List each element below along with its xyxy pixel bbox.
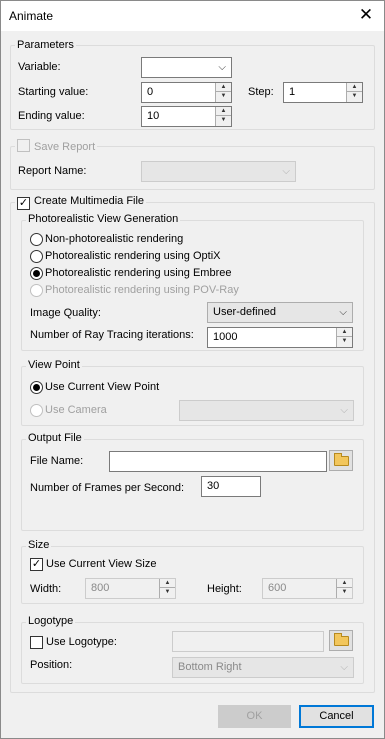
spin-buttons[interactable]: ▲ ▼ — [215, 83, 231, 102]
ok-button[interactable]: OK — [218, 705, 291, 728]
spin-down-icon[interactable]: ▼ — [347, 92, 362, 101]
spin-buttons[interactable]: ▲ ▼ — [346, 83, 362, 102]
folder-icon — [334, 453, 349, 466]
spin-buttons[interactable]: ▲ ▼ — [336, 328, 352, 347]
spin-up-icon[interactable]: ▲ — [337, 328, 352, 337]
cancel-button[interactable]: Cancel — [299, 705, 374, 728]
optix-label: Photorealistic rendering using OptiX — [45, 250, 221, 262]
browse-file-button[interactable] — [329, 450, 353, 471]
save-report-label: Save Report — [34, 141, 96, 153]
chevron-down-icon: ⌵ — [340, 405, 348, 416]
dialog-title: Animate — [9, 9, 54, 23]
size-legend: Size — [26, 539, 52, 551]
browse-logotype-button[interactable] — [329, 630, 353, 651]
use-camera-label: Use Camera — [45, 404, 107, 416]
use-camera-radio[interactable] — [30, 404, 43, 417]
chevron-down-icon: ⌵ — [340, 662, 348, 673]
image-quality-label: Image Quality: — [30, 307, 101, 319]
chevron-down-icon: ⌵ — [218, 62, 226, 73]
povray-radio[interactable] — [30, 284, 43, 297]
spin-up-icon[interactable]: ▲ — [216, 107, 231, 116]
width-stepper[interactable]: 800 ▲ ▼ — [85, 578, 176, 599]
file-name-label: File Name: — [30, 455, 84, 467]
use-logotype-label: Use Logotype: — [46, 636, 117, 648]
width-label: Width: — [30, 583, 62, 595]
ending-value-stepper[interactable]: 10 ▲ ▼ — [141, 106, 232, 127]
folder-icon — [334, 633, 349, 646]
variable-select[interactable]: ⌵ — [141, 57, 232, 78]
create-multimedia-label: Create Multimedia File — [34, 195, 145, 207]
chevron-down-icon: ⌵ — [282, 166, 290, 177]
starting-value-label: Starting value: — [18, 86, 89, 98]
spin-up-icon[interactable]: ▲ — [347, 83, 362, 92]
use-logotype-checkbox[interactable] — [30, 636, 43, 649]
spin-down-icon[interactable]: ▼ — [216, 116, 231, 125]
output-legend: Output File — [26, 432, 84, 444]
save-report-legend: Save Report — [15, 139, 98, 153]
fps-label: Number of Frames per Second: — [30, 482, 185, 494]
optix-radio[interactable] — [30, 250, 43, 263]
parameters-legend: Parameters — [15, 39, 76, 51]
save-report-checkbox[interactable] — [17, 139, 30, 152]
non-photorealistic-radio[interactable] — [30, 233, 43, 246]
multimedia-legend: ✓ Create Multimedia File — [15, 195, 147, 210]
step-stepper[interactable]: 1 ▲ ▼ — [283, 82, 363, 103]
spin-up-icon[interactable]: ▲ — [337, 579, 352, 588]
spin-up-icon[interactable]: ▲ — [216, 83, 231, 92]
report-name-label: Report Name: — [18, 165, 87, 177]
spin-down-icon[interactable]: ▼ — [337, 588, 352, 597]
camera-select[interactable]: ⌵ — [179, 400, 354, 421]
embree-label: Photorealistic rendering using Embree — [45, 267, 232, 279]
non-photorealistic-label: Non-photorealistic rendering — [45, 233, 184, 245]
spin-buttons[interactable]: ▲ ▼ — [159, 579, 175, 598]
embree-radio[interactable] — [30, 267, 43, 280]
title-bar: Animate ✕ — [1, 1, 384, 31]
variable-label: Variable: — [18, 61, 61, 73]
current-size-checkbox[interactable]: ✓ — [30, 558, 43, 571]
logotype-legend: Logotype — [26, 615, 76, 627]
height-label: Height: — [207, 583, 242, 595]
starting-value-stepper[interactable]: 0 ▲ ▼ — [141, 82, 232, 103]
position-label: Position: — [30, 659, 73, 671]
spin-buttons[interactable]: ▲ ▼ — [215, 107, 231, 126]
step-label: Step: — [248, 86, 274, 98]
ray-iterations-label: Number of Ray Tracing iterations: — [30, 329, 194, 341]
report-name-select[interactable]: ⌵ — [141, 161, 296, 182]
fps-input[interactable]: 30 — [201, 476, 261, 497]
viewpoint-legend: View Point — [26, 359, 82, 371]
file-name-input[interactable] — [109, 451, 327, 472]
current-viewpoint-label: Use Current View Point — [45, 381, 160, 393]
image-quality-select[interactable]: User-defined ⌵ — [207, 302, 353, 323]
ending-value-label: Ending value: — [18, 110, 85, 122]
close-icon[interactable]: ✕ — [352, 2, 380, 30]
ray-iterations-stepper[interactable]: 1000 ▲ ▼ — [207, 327, 353, 348]
spin-down-icon[interactable]: ▼ — [160, 588, 175, 597]
photo-legend: Photorealistic View Generation — [26, 213, 181, 225]
current-viewpoint-radio[interactable] — [30, 381, 43, 394]
spin-up-icon[interactable]: ▲ — [160, 579, 175, 588]
spin-down-icon[interactable]: ▼ — [216, 92, 231, 101]
logotype-input[interactable] — [172, 631, 324, 652]
chevron-down-icon: ⌵ — [339, 307, 347, 318]
povray-label: Photorealistic rendering using POV-Ray — [45, 284, 239, 296]
current-size-label: Use Current View Size — [46, 558, 157, 570]
height-stepper[interactable]: 600 ▲ ▼ — [262, 578, 353, 599]
position-select[interactable]: Bottom Right ⌵ — [172, 657, 354, 678]
create-multimedia-checkbox[interactable]: ✓ — [17, 197, 30, 210]
spin-buttons[interactable]: ▲ ▼ — [336, 579, 352, 598]
spin-down-icon[interactable]: ▼ — [337, 337, 352, 346]
